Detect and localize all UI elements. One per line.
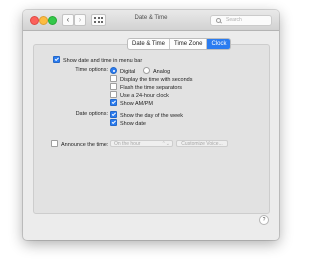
date-options-label: Date options: [75, 111, 108, 117]
search-icon [216, 18, 221, 23]
tab-bar: Date & Time Time Zone Clock [127, 38, 232, 50]
announce-time-option[interactable]: Announce the time: [51, 140, 108, 149]
show-ampm-checkbox[interactable] [110, 99, 117, 106]
use-24-hour-checkbox[interactable] [110, 91, 117, 98]
title-bar: ‹ › Date & Time Search [23, 10, 279, 31]
show-in-menubar-checkbox[interactable] [53, 56, 60, 63]
show-in-menubar-label: Show date and time in menu bar [63, 58, 143, 64]
tab-time-zone[interactable]: Time Zone [169, 39, 206, 49]
show-ampm-option[interactable]: Show AM/PM [110, 99, 153, 108]
chevron-updown-icon: ⌃⌄ [161, 141, 170, 147]
show-day-of-week-checkbox[interactable] [110, 111, 117, 118]
search-input[interactable]: Search [210, 15, 272, 26]
show-ampm-label: Show AM/PM [120, 101, 154, 107]
search-placeholder: Search [226, 17, 242, 23]
analog-radio[interactable] [143, 67, 150, 74]
announce-interval-select[interactable]: On the hour ⌃⌄ [110, 140, 173, 147]
digital-radio[interactable] [110, 67, 117, 74]
time-options-label: Time options: [75, 67, 108, 73]
help-button[interactable]: ? [259, 215, 269, 225]
announce-time-label: Announce the time: [61, 142, 109, 148]
flash-separators-checkbox[interactable] [110, 83, 117, 90]
show-date-checkbox[interactable] [110, 119, 117, 126]
tab-date-time[interactable]: Date & Time [128, 39, 169, 49]
display-seconds-checkbox[interactable] [110, 75, 117, 82]
date-time-window: ‹ › Date & Time Search Date & Time Time … [23, 10, 279, 240]
announce-interval-value: On the hour [114, 141, 141, 147]
tab-clock[interactable]: Clock [206, 39, 231, 49]
show-date-label: Show date [120, 121, 146, 127]
show-in-menubar-option[interactable]: Show date and time in menu bar [53, 56, 142, 65]
show-date-option[interactable]: Show date [110, 119, 146, 128]
announce-time-checkbox[interactable] [51, 140, 58, 147]
customize-voice-button[interactable]: Customize Voice... [176, 140, 228, 147]
